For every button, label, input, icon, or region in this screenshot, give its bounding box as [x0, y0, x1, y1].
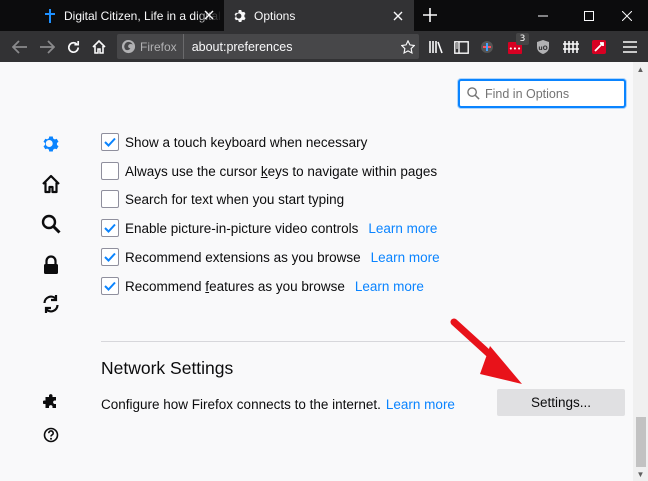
svg-text:•••: •••	[509, 45, 521, 53]
identity-label: Firefox	[140, 39, 177, 54]
nav-toolbar: Firefox about:preferences ••• 3 uO	[0, 31, 648, 62]
checkbox-row-recommend-extensions[interactable]: Recommend extensions as you browse Learn…	[101, 246, 440, 268]
svg-text:uO: uO	[538, 45, 547, 52]
search-icon	[467, 87, 480, 100]
bookmark-star-icon[interactable]	[397, 36, 419, 58]
checkbox-row-recommend-features[interactable]: Recommend features as you browse Learn m…	[101, 275, 424, 297]
touch-keyboard-checkbox[interactable]	[101, 133, 119, 151]
checkbox-row-cursor-keys[interactable]: Always use the cursor keys to navigate w…	[101, 160, 437, 182]
forward-arrow-icon[interactable]	[34, 34, 60, 60]
general-gear-icon[interactable]	[39, 132, 63, 156]
shield-extension-icon[interactable]: uO	[530, 34, 556, 60]
checkbox-row-search-typing[interactable]: Search for text when you start typing	[101, 188, 344, 210]
checkbox-label: Recommend extensions as you browse	[125, 249, 361, 265]
recommend-features-checkbox[interactable]	[101, 277, 119, 295]
close-tab-icon[interactable]	[197, 3, 221, 27]
recommend-extensions-checkbox[interactable]	[101, 248, 119, 266]
home-icon[interactable]	[39, 172, 63, 196]
notification-extension-icon[interactable]: ••• 3	[502, 33, 529, 60]
grid-extension-icon[interactable]	[558, 34, 584, 60]
extension-colored-icon[interactable]	[474, 34, 500, 60]
vertical-scrollbar[interactable]: ▲ ▼	[633, 62, 648, 481]
tab-options[interactable]: Options	[224, 0, 414, 31]
home-icon[interactable]	[86, 34, 112, 60]
hamburger-menu-icon[interactable]	[617, 34, 643, 60]
checkbox-label: Show a touch keyboard when necessary	[125, 134, 368, 150]
new-tab-plus-icon[interactable]	[418, 3, 442, 27]
maximize-icon[interactable]	[568, 0, 610, 31]
scroll-down-arrow-icon[interactable]: ▼	[633, 467, 648, 481]
scrollbar-thumb[interactable]	[636, 417, 646, 467]
preferences-content	[0, 62, 648, 481]
extensions-puzzle-icon[interactable]	[39, 390, 63, 414]
sidebar-icon[interactable]	[448, 34, 474, 60]
close-window-icon[interactable]	[606, 0, 648, 31]
checkbox-label: Enable picture-in-picture video controls	[125, 220, 359, 236]
learn-more-link[interactable]: Learn more	[371, 250, 440, 265]
tab-digital-citizen[interactable]: Digital Citizen, Life in a digital world	[34, 0, 222, 31]
search-input[interactable]	[485, 86, 615, 101]
firefox-logo-icon	[121, 39, 136, 54]
minimize-icon[interactable]	[522, 0, 564, 31]
network-settings-description: Configure how Firefox connects to the in…	[101, 395, 455, 413]
find-in-options-search[interactable]	[458, 79, 626, 108]
tab-strip: Digital Citizen, Life in a digital world…	[0, 0, 648, 31]
lock-icon[interactable]	[39, 253, 63, 277]
url-text[interactable]: about:preferences	[192, 40, 397, 54]
checkbox-label: Recommend features as you browse	[125, 278, 345, 294]
search-typing-checkbox[interactable]	[101, 190, 119, 208]
search-icon[interactable]	[39, 212, 63, 236]
gear-icon	[232, 8, 248, 24]
red-extension-icon[interactable]	[586, 34, 612, 60]
network-settings-button[interactable]: Settin g s...	[497, 389, 625, 416]
library-icon[interactable]	[423, 34, 449, 60]
url-bar[interactable]: Firefox about:preferences	[117, 34, 419, 59]
sync-icon[interactable]	[39, 292, 63, 316]
notification-count-badge: 3	[516, 33, 529, 45]
help-question-icon[interactable]	[39, 423, 63, 447]
close-tab-icon[interactable]	[386, 4, 410, 28]
network-description-text: Configure how Firefox connects to the in…	[101, 396, 381, 412]
checkbox-row-touch-keyboard[interactable]: Show a touch keyboard when necessary	[101, 131, 367, 153]
scroll-up-arrow-icon[interactable]: ▲	[633, 62, 648, 76]
back-arrow-icon[interactable]	[6, 34, 34, 60]
learn-more-link[interactable]: Learn more	[355, 279, 424, 294]
learn-more-link[interactable]: Learn more	[368, 221, 437, 236]
identity-box[interactable]: Firefox	[117, 34, 184, 59]
network-settings-heading: Network Settings	[101, 358, 234, 378]
reload-icon[interactable]	[60, 34, 86, 60]
section-divider	[101, 341, 625, 342]
cursor-keys-checkbox[interactable]	[101, 162, 119, 180]
learn-more-link[interactable]: Learn more	[386, 397, 455, 412]
checkbox-label: Always use the cursor keys to navigate w…	[125, 163, 438, 179]
checkbox-row-picture-in-picture[interactable]: Enable picture-in-picture video controls…	[101, 217, 437, 239]
digital-citizen-favicon-icon	[42, 8, 58, 24]
red-annotation-arrow-icon	[450, 318, 522, 384]
tab-title: Options	[254, 8, 296, 23]
picture-in-picture-checkbox[interactable]	[101, 219, 119, 237]
checkbox-label: Search for text when you start typing	[125, 191, 345, 207]
